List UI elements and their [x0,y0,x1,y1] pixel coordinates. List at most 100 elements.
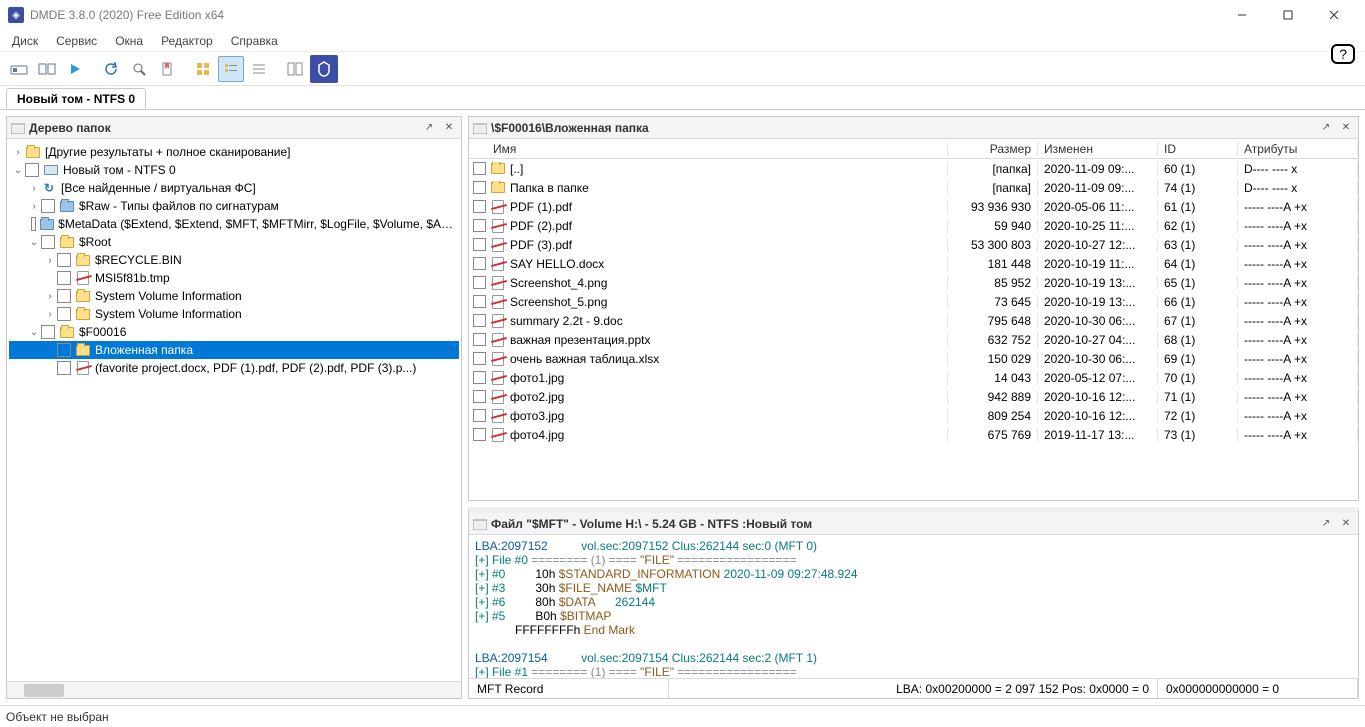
bookmark-button[interactable] [154,56,180,82]
tree-row[interactable]: ›$RECYCLE.BIN [9,251,459,269]
tree-row[interactable]: ⌄$F00016 [9,323,459,341]
view-list-button[interactable] [218,56,244,82]
row-checkbox[interactable] [473,371,486,384]
tree-checkbox[interactable] [57,289,71,303]
tree-toggle-icon[interactable]: › [27,183,41,194]
tree-checkbox[interactable] [57,343,71,357]
table-row[interactable]: Screenshot_5.png73 6452020-10-19 13:...6… [469,292,1358,311]
tree-checkbox[interactable] [57,253,71,267]
tree-toggle-icon[interactable]: › [43,309,57,320]
tree-toggle-icon[interactable]: › [27,201,41,212]
table-row[interactable]: PDF (3).pdf53 300 8032020-10-27 12:...63… [469,235,1358,254]
tree-checkbox[interactable] [25,163,39,177]
recover-button[interactable] [310,55,338,83]
row-checkbox[interactable] [473,295,486,308]
panel-maximize-icon[interactable]: ↗ [1318,516,1334,532]
tree-toggle-icon[interactable]: ⌄ [27,237,41,248]
maximize-button[interactable] [1265,0,1311,30]
row-checkbox[interactable] [473,333,486,346]
tree-row[interactable]: ›$Raw - Типы файлов по сигнатурам [9,197,459,215]
tree-checkbox[interactable] [31,217,36,231]
open-image-button[interactable] [34,56,60,82]
tree-row[interactable]: ⌄$Root [9,233,459,251]
search-button[interactable] [126,56,152,82]
cell-attr: ----- ----A +x [1238,409,1358,423]
table-row[interactable]: SAY HELLO.docx181 4482020-10-19 11:...64… [469,254,1358,273]
row-checkbox[interactable] [473,314,486,327]
tree-row[interactable]: ›System Volume Information [9,287,459,305]
col-id[interactable]: ID [1158,142,1238,156]
table-row[interactable]: очень важная таблица.xlsx150 0292020-10-… [469,349,1358,368]
volume-tab[interactable]: Новый том - NTFS 0 [6,88,146,109]
panels-button[interactable] [282,56,308,82]
menu-service[interactable]: Сервис [48,32,105,50]
row-checkbox[interactable] [473,428,486,441]
table-row[interactable]: Папка в папке[папка]2020-11-09 09:...74 … [469,178,1358,197]
menu-help[interactable]: Справка [223,32,286,50]
col-name[interactable]: Имя [469,142,948,156]
tree-toggle-icon[interactable]: ⌄ [27,327,41,338]
tree-checkbox[interactable] [41,325,55,339]
tree-toggle-icon[interactable]: ⌄ [11,165,25,176]
row-checkbox[interactable] [473,276,486,289]
view-details-button[interactable] [246,56,272,82]
table-row[interactable]: PDF (2).pdf59 9402020-10-25 11:...62 (1)… [469,216,1358,235]
help-button[interactable]: ? [1331,44,1355,64]
tree-toggle-icon[interactable]: › [43,291,57,302]
row-checkbox[interactable] [473,390,486,403]
row-checkbox[interactable] [473,238,486,251]
table-row[interactable]: фото3.jpg809 2542020-10-16 12:...72 (1)-… [469,406,1358,425]
tree-row[interactable]: ›System Volume Information [9,305,459,323]
tree-hscrollbar[interactable] [7,681,461,698]
col-attr[interactable]: Атрибуты [1238,142,1358,156]
row-checkbox[interactable] [473,162,486,175]
view-large-button[interactable] [190,56,216,82]
minimize-button[interactable] [1219,0,1265,30]
col-date[interactable]: Изменен [1038,142,1158,156]
tree-toggle-icon[interactable]: › [43,255,57,266]
row-checkbox[interactable] [473,352,486,365]
menu-disk[interactable]: Диск [4,32,46,50]
tree-row[interactable]: MSI5f81b.tmp [9,269,459,287]
table-row[interactable]: PDF (1).pdf93 936 9302020-05-06 11:...61… [469,197,1358,216]
panel-close-icon[interactable]: ✕ [1338,516,1354,532]
panel-close-icon[interactable]: ✕ [441,120,457,136]
open-device-button[interactable] [6,56,32,82]
panel-maximize-icon[interactable]: ↗ [1318,120,1334,136]
menu-editor[interactable]: Редактор [153,32,221,50]
panel-maximize-icon[interactable]: ↗ [421,120,437,136]
table-row[interactable]: фото2.jpg942 8892020-10-16 12:...71 (1)-… [469,387,1358,406]
tree-checkbox[interactable] [41,235,55,249]
table-row[interactable]: summary 2.2t - 9.doc795 6482020-10-30 06… [469,311,1358,330]
cell-attr: ----- ----A +x [1238,352,1358,366]
tree-checkbox[interactable] [57,307,71,321]
tree-toggle-icon[interactable]: › [11,147,25,158]
panel-close-icon[interactable]: ✕ [1338,120,1354,136]
row-checkbox[interactable] [473,409,486,422]
play-button[interactable] [62,56,88,82]
table-row[interactable]: фото4.jpg675 7692019-11-17 13:...73 (1)-… [469,425,1358,444]
row-checkbox[interactable] [473,219,486,232]
table-row[interactable]: фото1.jpg14 0432020-05-12 07:...70 (1)--… [469,368,1358,387]
table-row[interactable]: важная презентация.pptx632 7522020-10-27… [469,330,1358,349]
table-row[interactable]: [..][папка]2020-11-09 09:...60 (1)D---- … [469,159,1358,178]
col-size[interactable]: Размер [948,142,1038,156]
tree-row[interactable]: ⌄Новый том - NTFS 0 [9,161,459,179]
drive-icon [43,163,59,177]
table-row[interactable]: Screenshot_4.png85 9522020-10-19 13:...6… [469,273,1358,292]
tree-checkbox[interactable] [57,361,71,375]
tree-row[interactable]: ›↻[Все найденные / виртуальная ФС] [9,179,459,197]
row-checkbox[interactable] [473,200,486,213]
tree-row[interactable]: $MetaData ($Extend, $Extend, $MFT, $MFTM… [9,215,459,233]
refresh-button[interactable] [98,56,124,82]
row-checkbox[interactable] [473,181,486,194]
tree-checkbox[interactable] [41,199,55,213]
row-checkbox[interactable] [473,257,486,270]
tree-row[interactable]: Вложенная папка [9,341,459,359]
table-header[interactable]: Имя Размер Изменен ID Атрибуты [469,139,1358,159]
menu-windows[interactable]: Окна [107,32,151,50]
tree-row[interactable]: (favorite project.docx, PDF (1).pdf, PDF… [9,359,459,377]
tree-row[interactable]: ›[Другие результаты + полное сканировани… [9,143,459,161]
close-button[interactable] [1311,0,1357,30]
tree-checkbox[interactable] [57,271,71,285]
